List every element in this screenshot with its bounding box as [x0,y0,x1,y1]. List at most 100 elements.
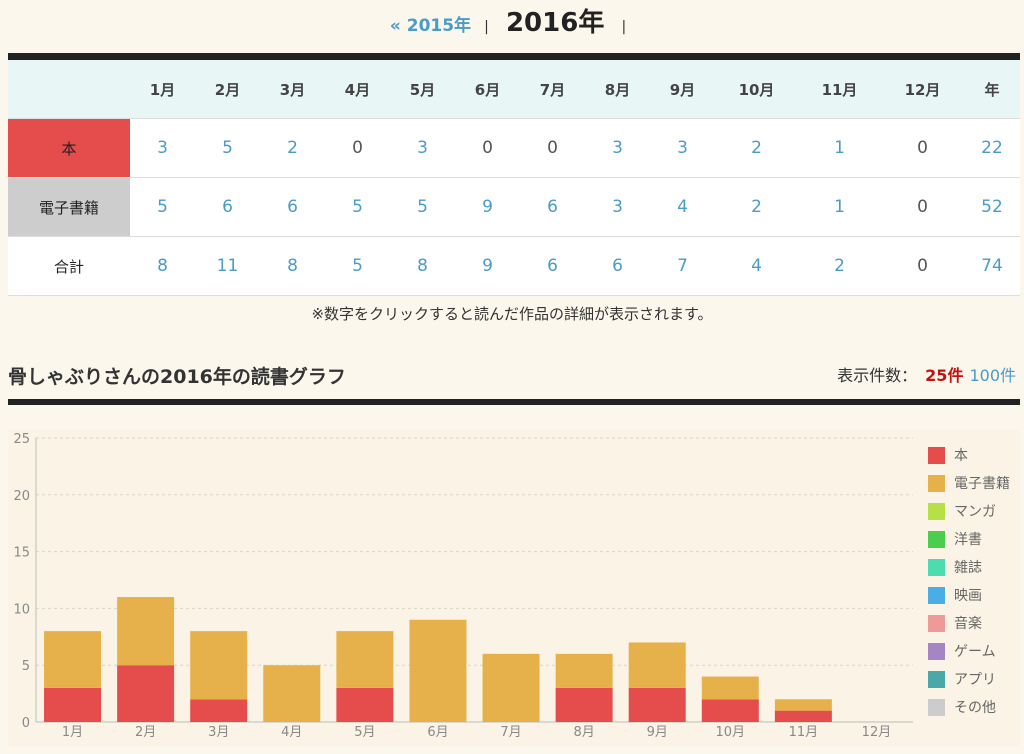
prev-year-link[interactable]: « 2015年 [390,16,471,36]
y-tick-label: 15 [13,546,30,561]
row-label-ebook: 電子書籍 [8,177,130,237]
legend-swatch [928,614,945,632]
header-cell: 5月 [390,60,455,119]
count-cell[interactable]: 2 [798,236,881,296]
count-cell[interactable]: 5 [325,236,390,296]
count-cell: 0 [881,118,964,178]
monthly-reading-table: 1月 2月 3月 4月 5月 6月 7月 8月 9月 10月 11月 12月 年… [8,53,1020,296]
click-note: ※数字をクリックすると読んだ作品の詳細が表示されます。 [311,305,713,323]
header-cell: 4月 [325,60,390,119]
count-cell[interactable]: 11 [195,236,260,296]
table-row-book: 本 3 5 2 0 3 0 0 3 3 2 1 0 22 [8,118,1020,178]
count-cell[interactable]: 2 [715,177,798,237]
count-cell[interactable]: 5 [325,177,390,237]
bar-ebook [263,665,321,722]
header-cell: 3月 [260,60,325,119]
bar-ebook [482,653,540,722]
row-label-book: 本 [8,118,130,178]
count-cell: 0 [325,118,390,178]
x-tick-label: 7月 [500,725,521,740]
count-cell: 0 [881,236,964,296]
bar-ebook [44,631,102,688]
count-cell[interactable]: 4 [650,177,715,237]
count-cell: 0 [520,118,585,178]
count-cell[interactable]: 2 [715,118,798,178]
bar-ebook [774,699,832,711]
legend-swatch [928,642,945,660]
count-cell[interactable]: 9 [455,236,520,296]
y-tick-label: 5 [22,659,30,674]
legend-label: ゲーム [954,644,996,660]
count-cell[interactable]: 8 [390,236,455,296]
bar-book [555,687,613,722]
bar-book [774,710,832,722]
count-cell[interactable]: 6 [520,177,585,237]
separator: | [621,19,627,35]
x-tick-label: 5月 [354,725,375,740]
count-cell[interactable]: 8 [130,236,195,296]
x-tick-label: 9月 [647,725,668,740]
header-cell: 9月 [650,60,715,119]
count-cell[interactable]: 3 [650,118,715,178]
bar-book [336,687,394,722]
x-tick-label: 8月 [573,725,594,740]
count-cell[interactable]: 3 [130,118,195,178]
graph-divider [8,399,1020,405]
x-tick-label: 3月 [208,725,229,740]
header-cell: 7月 [520,60,585,119]
legend-item: 音楽 [928,609,1020,637]
header-cell: 12月 [881,60,964,119]
header-cell: 10月 [715,60,798,119]
count-cell[interactable]: 9 [455,177,520,237]
count-cell[interactable]: 1 [798,118,881,178]
header-cell: 2月 [195,60,260,119]
count-cell[interactable]: 7 [650,236,715,296]
legend-label: 洋書 [954,532,982,548]
count-cell[interactable]: 5 [130,177,195,237]
bar-book [117,665,175,722]
year-total-cell[interactable]: 74 [964,236,1020,296]
x-tick-label: 2月 [135,725,156,740]
legend-label: 本 [954,448,968,464]
y-tick-label: 25 [13,432,30,447]
header-cell: 6月 [455,60,520,119]
x-tick-label: 10月 [716,725,746,740]
legend-item: 電子書籍 [928,469,1020,497]
year-total-cell[interactable]: 22 [964,118,1020,178]
display-count-selector: 表示件数： 25件 100件 [837,362,1016,386]
legend-label: 映画 [954,588,982,604]
bar-ebook [628,642,686,688]
table-row-total: 合計 8 11 8 5 8 9 6 6 7 4 2 0 74 [8,236,1020,296]
count-cell[interactable]: 1 [798,177,881,237]
separator: | [484,19,489,35]
count-cell[interactable]: 3 [585,118,650,178]
year-total-cell[interactable]: 52 [964,177,1020,237]
count-cell[interactable]: 2 [260,118,325,178]
count-25-option: 25件 [925,366,964,385]
count-cell[interactable]: 6 [520,236,585,296]
count-cell[interactable]: 6 [195,177,260,237]
header-cell: 年 [964,60,1020,119]
legend-swatch [928,558,945,576]
x-tick-label: 4月 [281,725,302,740]
display-count-label: 表示件数： [837,366,918,385]
reading-table: 1月 2月 3月 4月 5月 6月 7月 8月 9月 10月 11月 12月 年… [8,60,1020,296]
count-cell[interactable]: 4 [715,236,798,296]
count-100-link[interactable]: 100件 [969,366,1016,385]
count-cell[interactable]: 3 [585,177,650,237]
current-year: 2016年 [505,8,605,38]
count-cell[interactable]: 8 [260,236,325,296]
y-tick-label: 10 [13,602,30,617]
count-cell[interactable]: 3 [390,118,455,178]
table-header-row: 1月 2月 3月 4月 5月 6月 7月 8月 9月 10月 11月 12月 年 [8,60,1020,119]
count-cell[interactable]: 6 [585,236,650,296]
count-cell[interactable]: 5 [195,118,260,178]
x-tick-label: 12月 [862,725,892,740]
x-tick-label: 1月 [62,725,83,740]
count-cell[interactable]: 5 [390,177,455,237]
count-cell[interactable]: 6 [260,177,325,237]
bar-ebook [555,653,613,688]
table-row-ebook: 電子書籍 5 6 6 5 5 9 6 3 4 2 1 0 52 [8,177,1020,237]
y-tick-label: 0 [22,716,30,731]
row-label-total: 合計 [8,236,130,296]
